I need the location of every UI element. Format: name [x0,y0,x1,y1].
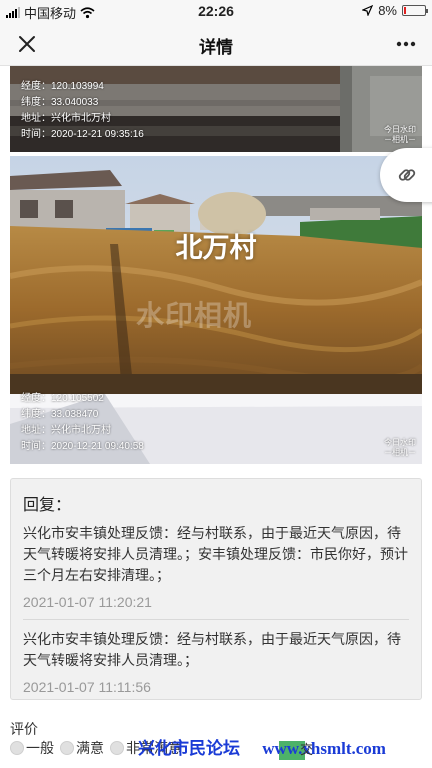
rating-option-average[interactable]: 一般 [10,738,54,758]
detail-content: 经度：120.103994 纬度：33.040033 地址：兴化市北万村 时间：… [0,66,432,768]
photo-1-longitude: 经度：120.103994 [21,81,104,92]
location-arrow-icon [362,5,374,16]
reply-entry-text: 兴化市安丰镇处理反馈：经与村联系，由于最近天气原因，待天气转暖将安排人员清理。；… [23,525,408,583]
reply-entry-time: 2021-01-07 11:20:21 [23,594,152,610]
submit-button-label: 交 [300,742,314,757]
link-icon [398,169,416,181]
status-right: 8% [362,3,428,18]
status-bar: 中国移动 22:26 8% [0,0,432,22]
village-name-caption: 北万村 [175,233,257,263]
radio-button[interactable] [110,741,124,755]
photo-1-address: 地址：兴化市北万村 [21,113,111,124]
photo-1-watermark: 今日水印 －相机－ [384,125,416,145]
photo-2-latitude: 纬度：33.038470 [21,409,99,420]
reply-entry-time: 2021-01-07 11:11:56 [23,679,151,695]
rating-option-label: 满意 [76,740,104,756]
radio-button[interactable] [10,741,24,755]
photo-1-watermark-sub: －相机－ [384,135,416,144]
page-title: 详情 [199,38,233,57]
forum-name: 兴化市民论坛 [138,739,240,758]
more-options-icon[interactable] [392,31,420,57]
battery-percent: 8% [378,3,397,18]
photo-1-latitude: 纬度：33.040033 [21,97,99,108]
report-photo-2[interactable]: 北万村 水印相机 经度：120.105502 纬度：33.038470 地址：兴… [10,156,422,464]
photo-1-watermark-title: 今日水印 [384,125,416,134]
nav-bar: 详情 [0,22,432,66]
reply-entry: 兴化市安丰镇处理反馈：经与村联系，由于最近天气原因，待天气转暖将安排人员清理。；… [23,629,409,695]
forum-url: www.xhsmlt.com [262,739,386,758]
reply-entry: 兴化市安丰镇处理反馈：经与村联系，由于最近天气原因，待天气转暖将安排人员清理。；… [23,523,409,610]
reply-entry-text: 兴化市安丰镇处理反馈：经与村联系，由于最近天气原因，待天气转暖将安排人员清理。； [23,631,401,668]
photo-2-address: 地址：兴化市北万村 [21,425,111,436]
rating-option-label: 一般 [26,740,54,756]
photo-2-meta: 经度：120.105502 纬度：33.038470 地址：兴化市北万村 时间：… [21,392,144,453]
rating-label: 评价 [10,721,38,737]
rating-option-satisfied[interactable]: 满意 [60,738,104,758]
photo-2-watermark-sub: －相机－ [384,448,416,457]
reply-heading: 回复： [23,497,72,514]
photo-2-watermark: 今日水印 －相机－ [384,438,416,458]
watermark-stamp: 水印相机 [136,300,253,331]
reply-panel: 回复： 兴化市安丰镇处理反馈：经与村联系，由于最近天气原因，待天气转暖将安排人员… [10,478,422,700]
forum-watermark: 兴化市民论坛 www.xhsmlt.com [138,734,386,760]
photo-2-watermark-title: 今日水印 [384,438,416,447]
photo-1-meta: 经度：120.103994 纬度：33.040033 地址：兴化市北万村 时间：… [21,80,144,141]
reply-divider [23,619,409,620]
link-float-button[interactable] [380,148,432,202]
report-photo-1[interactable]: 经度：120.103994 纬度：33.040033 地址：兴化市北万村 时间：… [10,66,422,152]
radio-button[interactable] [60,741,74,755]
photo-1-time: 时间：2020-12-21 09:35:16 [21,129,144,140]
forum-url-wrap: www.xhsmlt.com [262,739,386,760]
photo-2-longitude: 经度：120.105502 [21,393,104,404]
battery-icon [402,5,428,16]
photo-2-time: 时间：2020-12-21 09:40:58 [21,441,144,452]
